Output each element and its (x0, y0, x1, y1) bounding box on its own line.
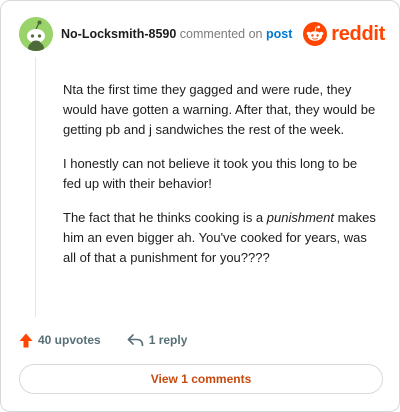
comment-text: The fact that he thinks cooking is a (63, 210, 267, 225)
reddit-wordmark: reddit (331, 22, 385, 45)
comment-paragraph: The fact that he thinks cooking is a pun… (63, 208, 378, 268)
comment-emphasis: punishment (266, 210, 334, 225)
upvote-button[interactable]: 40 upvotes (19, 333, 101, 348)
reddit-brand[interactable]: reddit (303, 22, 385, 46)
reply-arrow-icon (127, 334, 144, 347)
post-link[interactable]: post (266, 27, 292, 41)
view-comments-button[interactable]: View 1 comments (19, 364, 383, 394)
reply-count: 1 reply (148, 333, 188, 347)
comment-header: No-Locksmith-8590 commented on post redd… (19, 17, 385, 51)
upvote-arrow-icon (19, 333, 33, 347)
commented-on-text: commented on (179, 27, 263, 41)
reddit-logo-icon (303, 22, 328, 46)
comment-paragraph: Nta the first time they gagged and were … (63, 82, 376, 137)
username-link[interactable]: No-Locksmith-8590 (61, 27, 176, 41)
comment-paragraph: I honestly can not believe it took you t… (63, 156, 358, 191)
comment-body: Nta the first time they gagged and were … (63, 80, 378, 282)
upvote-count: 40 upvotes (38, 333, 101, 347)
snoo-avatar-icon (19, 17, 53, 51)
user-avatar[interactable] (19, 17, 53, 51)
comment-actions: 40 upvotes 1 reply (19, 331, 213, 349)
comment-card: No-Locksmith-8590 commented on post redd… (0, 0, 400, 412)
thread-line (35, 57, 36, 317)
reply-button[interactable]: 1 reply (127, 333, 188, 347)
comment-meta: No-Locksmith-8590 commented on post (61, 27, 303, 41)
